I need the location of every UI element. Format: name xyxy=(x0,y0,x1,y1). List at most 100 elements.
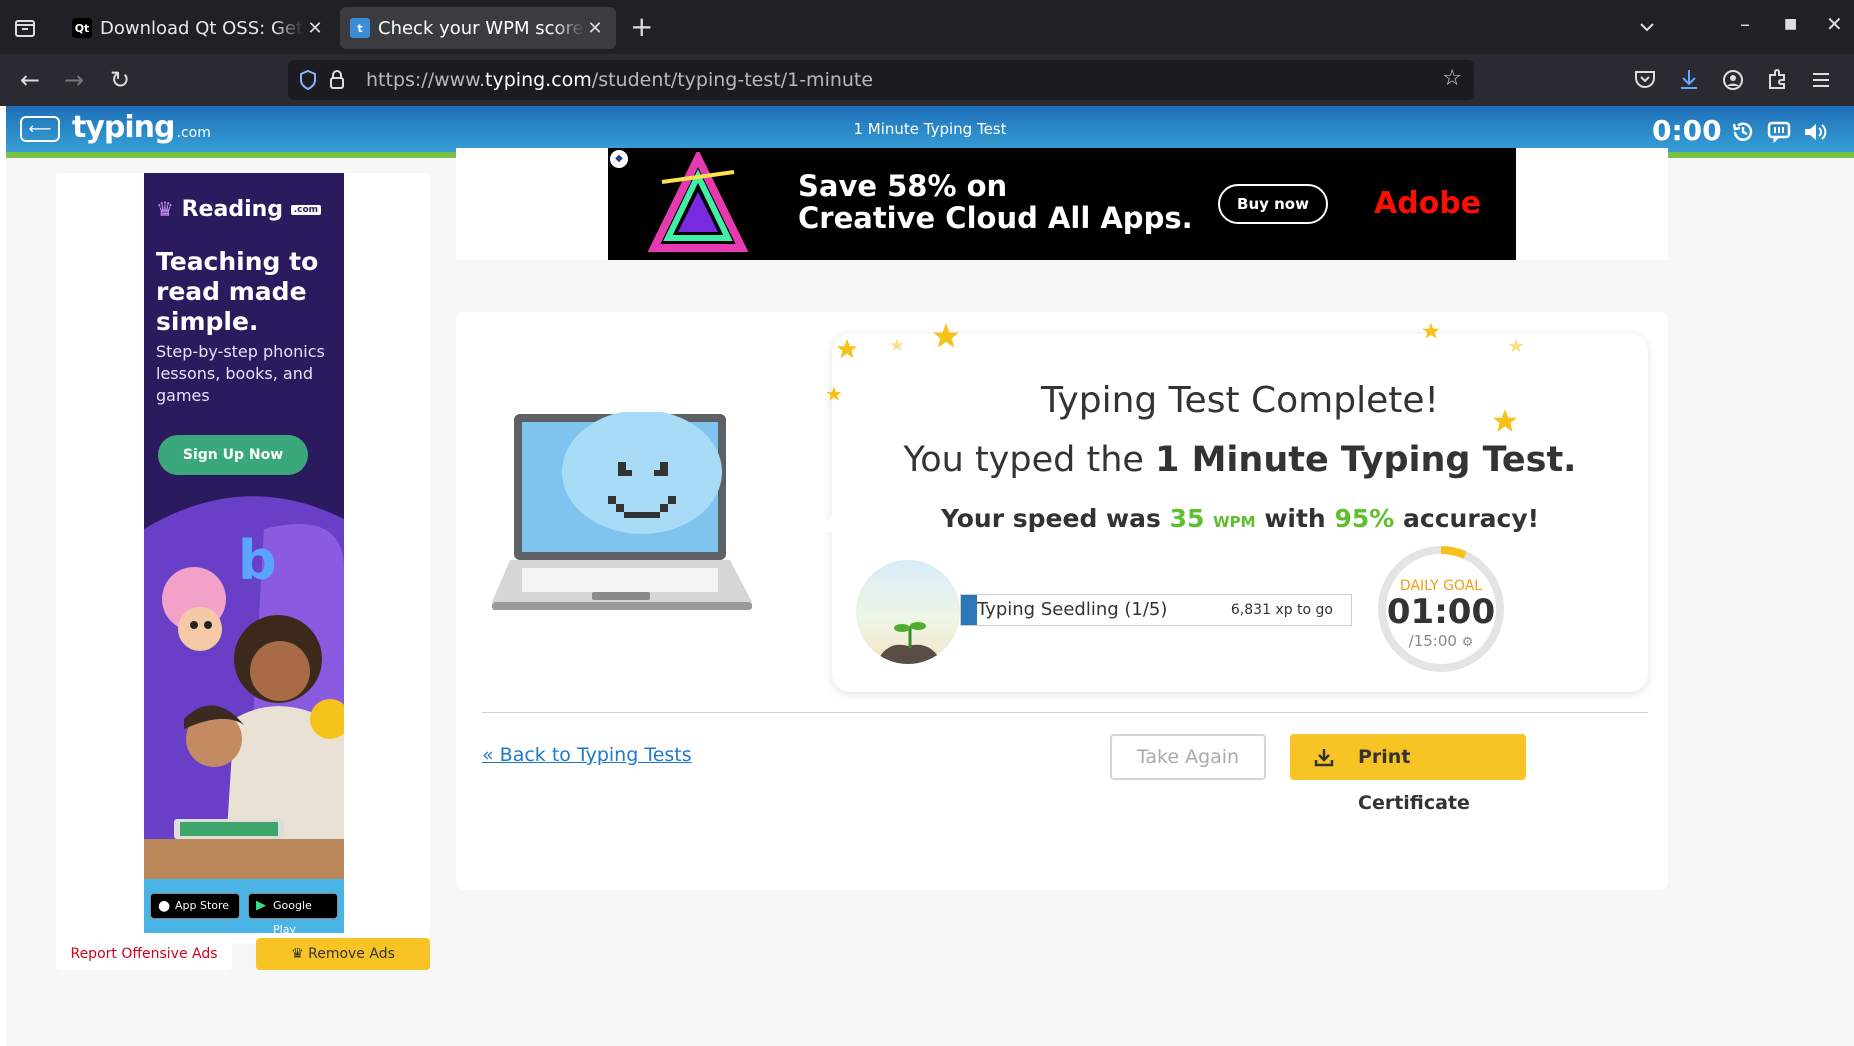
xp-to-go: 6,831 xp to go xyxy=(1230,602,1333,618)
forward-arrow-icon[interactable]: → xyxy=(60,66,88,94)
back-to-typing-tests-link[interactable]: « Back to Typing Tests xyxy=(482,744,692,766)
account-icon[interactable] xyxy=(1720,67,1746,93)
adobe-ad-line2: Creative Cloud All Apps. xyxy=(798,201,1193,235)
adobe-logo: Adobe xyxy=(1374,186,1482,221)
play-triangle-icon: ▶ xyxy=(256,898,266,913)
new-tab-icon[interactable]: + xyxy=(630,12,653,42)
take-again-button[interactable]: Take Again xyxy=(1110,734,1266,780)
google-play-label: Google Play xyxy=(273,899,312,933)
reading-brand-suffix: .com xyxy=(290,205,322,215)
browser-tab-typing[interactable]: t Check your WPM score with ✕ xyxy=(340,7,616,49)
print-certificate-button[interactable]: Print Certificate xyxy=(1290,734,1526,814)
print-certificate-label: Print Certificate xyxy=(1358,746,1470,814)
reading-brand: ♛ Reading .com xyxy=(156,197,322,222)
qt-favicon-icon: Qt xyxy=(72,18,92,38)
reading-brand-name: Reading xyxy=(181,197,284,222)
adobe-ad-line1: Save 58% on xyxy=(798,169,1008,203)
app-store-label: App Store xyxy=(175,899,230,912)
buy-now-button[interactable]: Buy now xyxy=(1218,184,1328,224)
typing-favicon-icon: t xyxy=(350,18,370,38)
remove-ads-label: Remove Ads xyxy=(308,946,395,962)
url-path: /student/typing-test/1-minute xyxy=(591,69,874,91)
report-offensive-ads-button[interactable]: Report Offensive Ads xyxy=(56,938,232,970)
creative-cloud-art-icon xyxy=(648,152,748,252)
svg-text:b: b xyxy=(238,529,277,592)
chat-feedback-icon[interactable] xyxy=(1766,119,1792,145)
history-icon[interactable] xyxy=(1730,119,1756,145)
page-title: 1 Minute Typing Test xyxy=(853,120,1007,138)
seedling-badge xyxy=(856,560,960,664)
level-name: Typing Seedling (1/5) xyxy=(977,599,1168,620)
tab-list-icon[interactable] xyxy=(12,15,38,41)
pocket-icon[interactable] xyxy=(1632,67,1658,93)
daily-goal-value: 01:00 xyxy=(1386,592,1496,632)
sound-icon[interactable] xyxy=(1802,119,1828,145)
seedling-icon xyxy=(876,622,942,664)
browser-tab-bar: Qt Download Qt OSS: Get Qt Online Instal… xyxy=(0,0,1854,54)
ad-choices-icon[interactable]: ◆ xyxy=(610,150,628,168)
page-content: ⟵ typing .com 1 Minute Typing Test 0:00 ♛ xyxy=(6,106,1854,1046)
star-icon xyxy=(933,323,959,348)
speed-suffix: accuracy! xyxy=(1403,504,1540,533)
typed-test-line: You typed the 1 Minute Typing Test. xyxy=(832,440,1648,480)
reading-owl-icon: ♛ xyxy=(156,197,174,221)
accuracy-value: 95% xyxy=(1334,504,1395,533)
bookmark-star-icon[interactable]: ☆ xyxy=(1442,66,1462,91)
goal-settings-gear-icon[interactable]: ⚙ xyxy=(1462,635,1474,650)
star-icon xyxy=(890,338,904,351)
browser-tab-qt[interactable]: Qt Download Qt OSS: Get Qt Online Instal… xyxy=(62,7,336,49)
url-text[interactable]: https://www.typing.com/student/typing-te… xyxy=(366,69,873,91)
daily-goal-ring[interactable]: DAILY GOAL 01:00 /15:00 ⚙ xyxy=(1374,542,1508,676)
results-bubble: Typing Test Complete! You typed the 1 Mi… xyxy=(802,322,1648,692)
speed-prefix: Your speed was xyxy=(940,504,1161,533)
minimize-icon[interactable]: – xyxy=(1740,12,1750,36)
back-arrow-icon[interactable]: ← xyxy=(16,66,44,94)
tab-overflow-chevron-icon[interactable] xyxy=(1638,18,1656,36)
maximize-icon[interactable]: ■ xyxy=(1784,16,1797,32)
star-icon xyxy=(1508,338,1524,353)
menu-hamburger-icon[interactable] xyxy=(1808,67,1834,93)
google-play-badge[interactable]: ▶ Google Play xyxy=(248,893,338,933)
adobe-banner-ad[interactable]: ◆ Save 58% on Creative Cloud All Apps. B… xyxy=(608,148,1516,260)
level-progress-fill xyxy=(961,595,977,625)
speed-line: Your speed was 35 WPM with 95% accuracy! xyxy=(832,504,1648,533)
lock-icon[interactable] xyxy=(328,69,346,91)
address-bar[interactable]: https://www.typing.com/student/typing-te… xyxy=(288,60,1474,100)
app-store-strip: ● App Store ▶ Google Play xyxy=(144,879,344,933)
window-close-icon[interactable]: ✕ xyxy=(1826,12,1843,36)
remove-ads-button[interactable]: ♛ Remove Ads xyxy=(256,938,430,970)
tab-title: Check your WPM score with xyxy=(378,17,584,39)
level-progress-bar: Typing Seedling (1/5) 6,831 xp to go xyxy=(960,594,1352,626)
results-card: Typing Test Complete! You typed the 1 Mi… xyxy=(456,312,1668,890)
smiling-laptop-illustration xyxy=(492,412,752,610)
download-icon xyxy=(1314,749,1334,767)
wpm-unit: WPM xyxy=(1213,513,1256,531)
url-domain: typing.com xyxy=(485,69,592,91)
star-icon xyxy=(1493,409,1517,432)
typed-prefix: You typed the xyxy=(903,440,1144,480)
close-tab-icon[interactable]: ✕ xyxy=(584,18,606,39)
close-tab-icon[interactable]: ✕ xyxy=(304,18,326,39)
typed-test-name: 1 Minute Typing Test. xyxy=(1155,440,1577,480)
tab-title: Download Qt OSS: Get Qt Online Installer xyxy=(100,17,304,39)
browser-nav-bar: ← → ↻ https://www.typing.com/student/typ… xyxy=(0,54,1854,106)
star-icon xyxy=(1422,322,1440,339)
tracking-shield-icon[interactable] xyxy=(298,69,318,91)
downloads-icon[interactable] xyxy=(1676,67,1702,93)
reload-icon[interactable]: ↻ xyxy=(106,66,134,94)
star-icon xyxy=(826,386,842,401)
apple-icon: ● xyxy=(158,898,171,914)
sign-up-button[interactable]: Sign Up Now xyxy=(158,435,308,475)
reading-ad[interactable]: ♛ Reading .com Teaching to read made sim… xyxy=(144,173,344,933)
speed-mid: with xyxy=(1264,504,1326,533)
star-icon xyxy=(836,338,858,359)
wpm-value: 35 xyxy=(1169,504,1205,533)
app-store-badge[interactable]: ● App Store xyxy=(150,893,240,919)
results-divider xyxy=(482,712,1648,713)
reading-ad-illustration: b xyxy=(144,496,344,879)
results-heading: Typing Test Complete! xyxy=(1041,380,1439,421)
reading-ad-subtext: Step-by-step phonics lessons, books, and… xyxy=(156,342,325,405)
crown-icon: ♛ xyxy=(291,946,309,962)
url-prefix: https://www. xyxy=(366,69,486,91)
extensions-icon[interactable] xyxy=(1764,67,1790,93)
